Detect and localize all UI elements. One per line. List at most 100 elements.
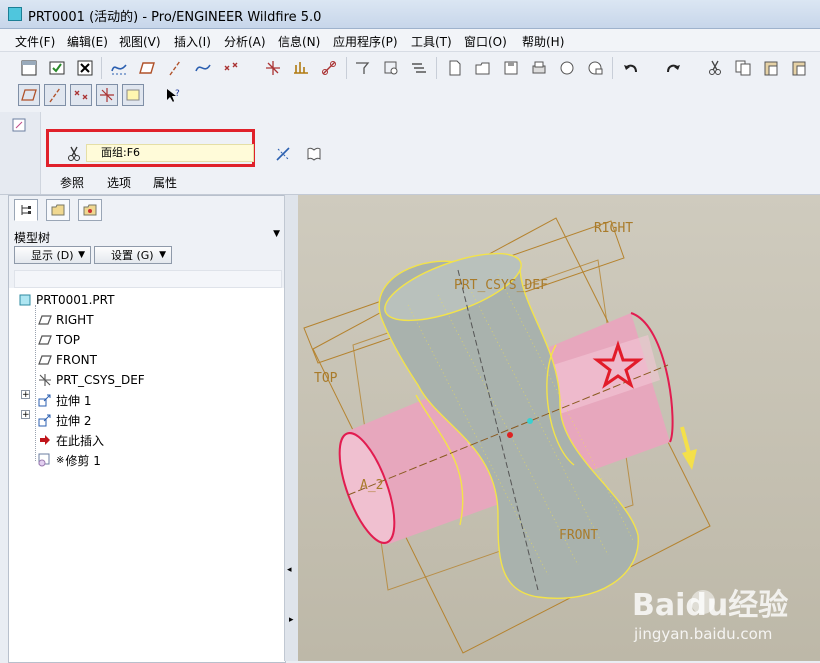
trim-feature-icon <box>12 118 26 132</box>
tree-item-label: TOP <box>56 333 81 347</box>
csys-icon <box>37 372 53 388</box>
settings-dropdown-label: 设置 (G) <box>111 249 154 262</box>
preview-icon[interactable] <box>303 143 325 165</box>
menu-file[interactable]: 文件(F) <box>15 33 55 50</box>
menu-bar: 文件(F) 编辑(E) 视图(V) 插入(I) 分析(A) 信息(N) 应用程序… <box>0 29 820 52</box>
watermark-brand: Baidu经验 <box>632 588 788 623</box>
email-icon[interactable] <box>584 57 606 79</box>
chevron-down-icon: ▼ <box>159 250 166 260</box>
csys-origin-marker <box>507 432 513 438</box>
curve-query-icon[interactable] <box>108 57 130 79</box>
axis-display-icon[interactable] <box>44 84 66 106</box>
view-manager-icon[interactable] <box>352 57 374 79</box>
tree-item-top[interactable]: TOP <box>37 331 80 349</box>
folder-browser-tab[interactable] <box>46 199 70 221</box>
orient-icon[interactable] <box>380 57 402 79</box>
expand-icon[interactable]: + <box>21 410 30 420</box>
collapse-left-icon[interactable]: ◂ <box>287 565 292 575</box>
copy-icon[interactable] <box>732 57 754 79</box>
svg-text:?: ? <box>175 89 180 99</box>
print-icon[interactable] <box>528 57 550 79</box>
expand-right-icon[interactable]: ▸ <box>289 615 294 625</box>
favorites-tab[interactable] <box>78 199 102 221</box>
tab-references[interactable]: 参照 <box>60 174 84 191</box>
top-plane-label: TOP <box>314 371 338 386</box>
new-feature-icon: ※ <box>56 454 65 466</box>
paste-special-icon[interactable] <box>788 57 810 79</box>
menu-info[interactable]: 信息(N) <box>278 33 320 50</box>
regenerate-icon[interactable] <box>46 57 68 79</box>
menu-edit[interactable]: 编辑(E) <box>67 33 108 50</box>
model-tree-header: 模型树 ▼ 显示 (D) ▼ 设置 (G) ▼ <box>9 224 285 288</box>
csys-icon[interactable] <box>262 57 284 79</box>
layers-icon[interactable] <box>408 57 430 79</box>
tree-item-insert-here[interactable]: 在此插入 <box>37 431 104 449</box>
tree-item-part[interactable]: PRT0001.PRT <box>17 291 114 309</box>
trimmed-quilt-collector[interactable]: 面组:F6 <box>86 144 254 162</box>
cut-icon[interactable] <box>704 57 726 79</box>
open-icon[interactable] <box>472 57 494 79</box>
paste-icon[interactable] <box>760 57 782 79</box>
app-icon <box>8 7 22 21</box>
save-icon[interactable] <box>500 57 522 79</box>
tree-item-label: 拉伸 2 <box>56 413 92 428</box>
datum-plane-icon <box>37 352 53 368</box>
context-help-icon[interactable]: ? <box>162 84 184 106</box>
menu-view[interactable]: 视图(V) <box>119 33 161 50</box>
flip-direction-icon[interactable] <box>272 143 294 165</box>
tree-item-extrude-2[interactable]: 拉伸 2 <box>37 411 91 429</box>
redo-icon[interactable] <box>662 57 684 79</box>
model-view: RIGHT TOP FRONT PRT_CSYS_DEF A_2 Baidu经验… <box>303 217 788 654</box>
show-dropdown[interactable]: 显示 (D) ▼ <box>14 246 91 264</box>
undo-icon[interactable] <box>620 57 642 79</box>
point-display-icon[interactable] <box>70 84 92 106</box>
new-window-icon[interactable] <box>18 57 40 79</box>
tab-options[interactable]: 选项 <box>107 174 131 191</box>
model-tree-caption: 模型树 <box>14 231 51 245</box>
tab-properties[interactable]: 属性 <box>153 174 177 191</box>
menu-help[interactable]: 帮助(H) <box>522 33 564 50</box>
new-file-icon[interactable] <box>444 57 466 79</box>
datum-plane-icon <box>37 332 53 348</box>
tree-item-label: FRONT <box>56 353 97 367</box>
annotation-display-icon[interactable] <box>122 84 144 106</box>
baidu-watermark: Baidu经验 jingyan.baidu.com <box>632 588 788 643</box>
points-icon[interactable] <box>220 57 242 79</box>
plane-display-icon[interactable] <box>18 84 40 106</box>
csys-label: PRT_CSYS_DEF <box>454 278 548 293</box>
model-tree-tab[interactable] <box>14 199 38 221</box>
menu-applications[interactable]: 应用程序(P) <box>333 33 398 50</box>
send-icon[interactable] <box>556 57 578 79</box>
pane-splitter[interactable]: ◂ ▸ <box>284 195 299 661</box>
title-bar: PRT0001 (活动的) - Pro/ENGINEER Wildfire 5.… <box>0 0 820 29</box>
axis-icon[interactable] <box>164 57 186 79</box>
tree-item-extrude-1[interactable]: 拉伸 1 <box>37 391 91 409</box>
tree-item-label: 拉伸 1 <box>56 393 92 408</box>
tree-item-right[interactable]: RIGHT <box>37 311 94 329</box>
tree-filter-bar[interactable] <box>14 270 282 288</box>
settings-dropdown[interactable]: 设置 (G) ▼ <box>94 246 172 264</box>
graphics-area[interactable]: RIGHT TOP FRONT PRT_CSYS_DEF A_2 Baidu经验… <box>298 195 820 661</box>
tree-item-csys[interactable]: PRT_CSYS_DEF <box>37 371 145 389</box>
pane-menu-icon[interactable]: ▼ <box>273 229 280 239</box>
right-plane-label: RIGHT <box>594 221 633 236</box>
close-window-icon[interactable] <box>74 57 96 79</box>
window-title: PRT0001 (活动的) - Pro/ENGINEER Wildfire 5.… <box>28 10 322 25</box>
extrude-icon <box>37 412 53 428</box>
watermark-url: jingyan.baidu.com <box>633 625 772 643</box>
menu-window[interactable]: 窗口(O) <box>464 33 507 50</box>
analysis-icon[interactable] <box>290 57 312 79</box>
menu-analysis[interactable]: 分析(A) <box>224 33 266 50</box>
menu-tools[interactable]: 工具(T) <box>411 33 452 50</box>
menu-insert[interactable]: 插入(I) <box>174 33 211 50</box>
scissors-icon[interactable] <box>63 143 85 165</box>
tree-item-label: PRT_CSYS_DEF <box>56 373 145 387</box>
navigator-pane: 模型树 ▼ 显示 (D) ▼ 设置 (G) ▼ PRT0001.PRT RIGH… <box>8 195 286 663</box>
curve-icon[interactable] <box>192 57 214 79</box>
pattern-link-icon[interactable] <box>318 57 340 79</box>
tree-item-front[interactable]: FRONT <box>37 351 97 369</box>
plane-icon[interactable] <box>136 57 158 79</box>
csys-display-icon[interactable] <box>96 84 118 106</box>
tree-item-trim-1[interactable]: ※ 修剪 1 <box>37 451 101 469</box>
expand-icon[interactable]: + <box>21 390 30 400</box>
